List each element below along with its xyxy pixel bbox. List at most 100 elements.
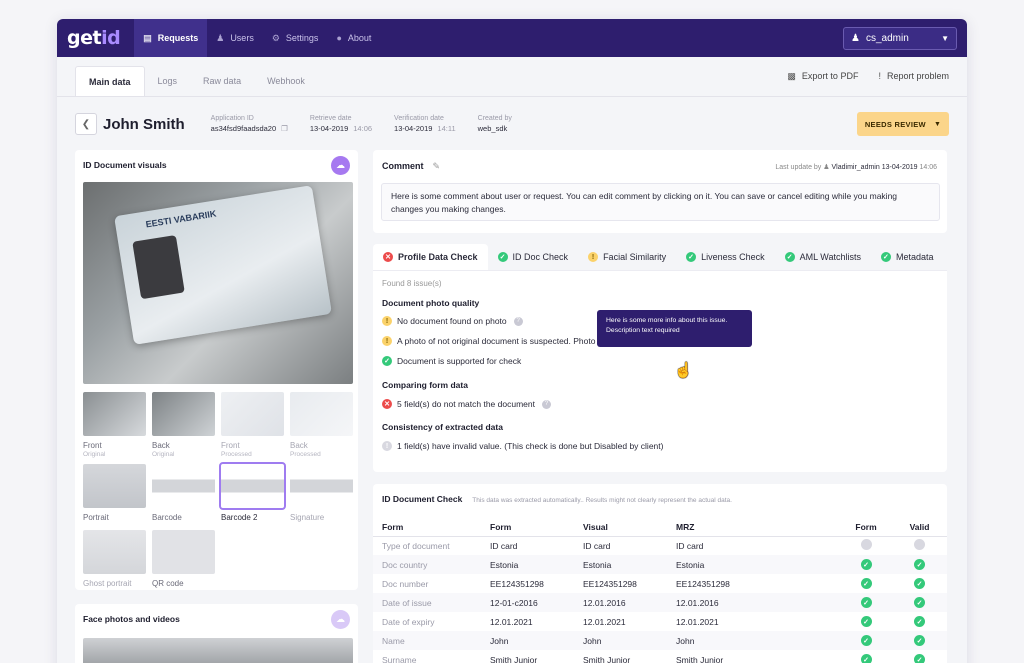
row-field-label: Date of expiry [382, 616, 435, 627]
row-visual-value: John [583, 631, 676, 650]
last-update-time: 14:06 [919, 164, 937, 171]
table-row: Doc country Estonia Estonia Estonia ✓ ✓ [373, 555, 947, 574]
pencil-icon[interactable]: ✎ [433, 161, 441, 171]
logo-text: get [67, 27, 102, 49]
issues-count: Found 8 issue(s) [382, 279, 442, 288]
thumb-label: Back [152, 441, 170, 450]
logo[interactable]: getid [67, 27, 121, 49]
thumb-barcode-2[interactable]: Barcode 2 [219, 462, 286, 522]
form-status: ✓ [840, 574, 892, 593]
thumb-sublabel: Processed [290, 451, 321, 458]
error-icon: ✕ [383, 252, 393, 262]
check-icon: ✓ [914, 635, 925, 647]
thumb-back-original[interactable]: Back Original [152, 392, 215, 458]
row-mrz-value: John [676, 631, 840, 650]
users-icon: ♟ [216, 32, 225, 43]
copy-icon[interactable]: ❐ [281, 124, 288, 133]
check-icon: ✓ [497, 252, 508, 262]
thumb-front-original[interactable]: Front Original [83, 392, 146, 458]
export-pdf-button[interactable]: ▩ Export to PDF [787, 71, 858, 82]
document-photo[interactable]: EESTI VABARIIK [83, 182, 353, 384]
chevron-left-icon: ❮ [81, 118, 91, 130]
issue-text: Document is supported for check [397, 356, 522, 366]
help-icon[interactable]: ? [541, 399, 551, 409]
meta-value: 13-04-2019 [309, 124, 349, 133]
thumb-image [83, 530, 146, 574]
tab-aml-watchlists[interactable]: ✓ AML Watchlists [775, 244, 871, 270]
row-form-value: ID card [490, 540, 518, 551]
tab-id-doc-check[interactable]: ✓ ID Doc Check [488, 244, 579, 270]
tab-facial-similarity[interactable]: ! Facial Similarity [578, 244, 676, 270]
thumb-barcode[interactable]: Barcode [152, 464, 215, 522]
checks-card: ✕ Profile Data Check ✓ ID Doc Check ! Facia… [373, 244, 947, 472]
valid-status [892, 536, 947, 555]
thumb-front-processed[interactable]: Front Processed [221, 392, 284, 458]
table-row: Date of issue 12-01-c2016 12.01.2016 12.01.… [373, 593, 947, 612]
report-problem-button[interactable]: ! Report problem [878, 71, 949, 81]
nav-settings[interactable]: ⚙ Settings [263, 19, 328, 57]
exclamation-icon: ! [878, 71, 881, 81]
info-icon: ● [336, 33, 342, 43]
col-header: Form [490, 518, 583, 537]
row-field-label: Doc country [373, 555, 490, 574]
id-document-check-card: ID Document Check This data was extracted… [373, 484, 947, 663]
issue-text: 5 field(s) do not match the document [397, 399, 535, 409]
tab-main-data[interactable]: Main data [75, 66, 145, 96]
thumb-back-processed[interactable]: Back Processed [290, 392, 353, 458]
nav-about[interactable]: ● About [327, 19, 380, 57]
thumb-portrait[interactable]: Portrait [83, 464, 146, 522]
thumb-sublabel: Original [83, 451, 106, 458]
caret-down-icon: ▼ [941, 33, 949, 43]
id-card-portrait [132, 235, 185, 300]
user-icon: ♟ [823, 164, 830, 171]
tab-logs[interactable]: Logs [145, 66, 191, 96]
thumb-label: Barcode 2 [221, 513, 258, 522]
tab-liveness-check[interactable]: ✓ Liveness Check [676, 244, 775, 270]
thumb-ghost-portrait[interactable]: Ghost portrait [83, 530, 146, 588]
thumb-image [152, 464, 215, 508]
upload-button[interactable]: ☁ [331, 610, 350, 629]
user-dropdown[interactable]: ♟ cs_admin ▼ [843, 26, 957, 50]
card-title: ID Document visuals [83, 160, 167, 170]
meta-value: web_sdk [477, 124, 508, 133]
tab-webhook[interactable]: Webhook [254, 66, 318, 96]
last-update-date: 13-04-2019 [881, 164, 918, 171]
thumb-sublabel: Original [152, 451, 175, 458]
id-check-table: Form Form Visual MRZ Form Valid Type of … [373, 518, 947, 663]
table-row: Date of expiry 12.01.2021 12.01.2021 12.01.… [373, 612, 947, 631]
issue-text: 1 field(s) have invalid value. (This che… [397, 441, 664, 451]
thumb-sublabel: Processed [221, 451, 252, 458]
issue-tooltip: Here is some more info about this issue.… [597, 310, 752, 347]
form-status: ✓ [840, 555, 892, 574]
page-tabs: Main data Logs Raw data Webhook ▩ Export … [57, 57, 967, 97]
meta-created-by: Created by web_sdk [478, 115, 512, 133]
col-header: MRZ [676, 518, 840, 537]
nav-users[interactable]: ♟ Users [207, 19, 263, 57]
tab-label: Profile Data Check [398, 252, 478, 262]
check-icon: ✓ [880, 252, 891, 262]
comment-text[interactable]: Here is some comment about user or reque… [381, 183, 940, 221]
table-subtitle: This data was extracted automatically.. … [472, 497, 732, 504]
caret-down-icon: ▼ [933, 120, 942, 128]
check-icon: ✓ [860, 578, 872, 590]
valid-status: ✓ [892, 650, 947, 663]
thumb-label: Front [83, 441, 102, 450]
thumb-image [83, 464, 146, 508]
status-dropdown[interactable]: NEEDS REVIEW ▼ [857, 112, 949, 136]
thumb-image [221, 392, 284, 436]
thumb-qr-code[interactable]: QR code [152, 530, 215, 588]
thumb-signature[interactable]: Signature [290, 464, 353, 522]
nav-requests[interactable]: ▤ Requests [134, 19, 208, 57]
back-button[interactable]: ❮ [75, 113, 97, 135]
thumb-image [83, 392, 146, 436]
tab-profile-data-check[interactable]: ✕ Profile Data Check [373, 244, 488, 270]
upload-button[interactable]: ☁ [331, 156, 350, 175]
table-title-text: ID Document Check [382, 494, 463, 504]
check-icon: ✓ [860, 559, 872, 571]
help-icon[interactable]: ? [513, 316, 523, 326]
tab-metadata[interactable]: ✓ Metadata [871, 244, 944, 270]
id-card-header: EESTI VABARIIK [144, 208, 217, 230]
tab-raw-data[interactable]: Raw data [190, 66, 254, 96]
thumb-image [152, 392, 215, 436]
face-photo[interactable] [83, 638, 353, 663]
